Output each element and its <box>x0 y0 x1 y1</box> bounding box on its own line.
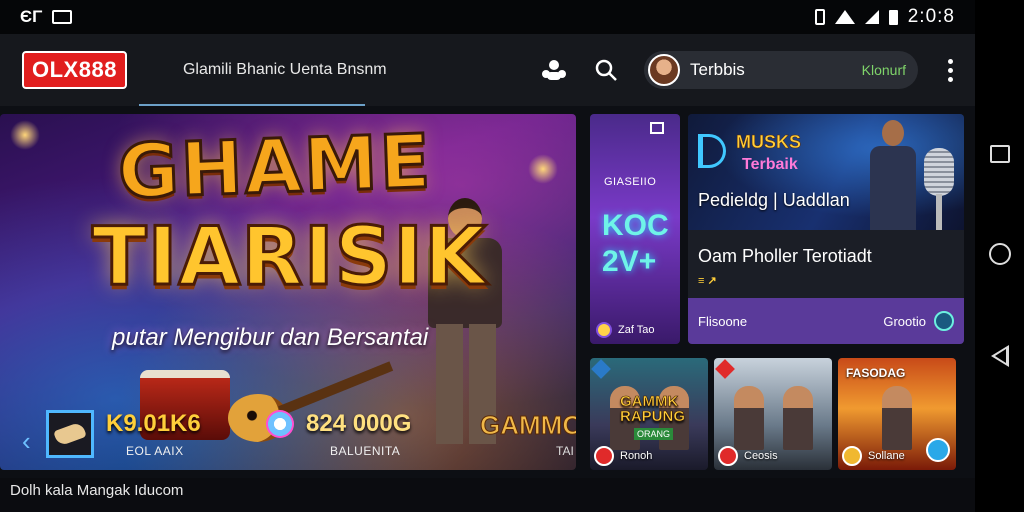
game-thumbnail[interactable]: FASODAG Sollane <box>838 358 956 470</box>
hand-icon <box>53 421 87 447</box>
microphone-icon <box>924 148 954 196</box>
thumb-footer: Ronoh <box>594 446 652 466</box>
battery-icon <box>888 9 898 25</box>
hero-stat-1-label: EOL AAIX <box>126 444 184 458</box>
coin-icon <box>596 322 612 338</box>
violet-card-footer: Zaf Tao <box>596 322 655 338</box>
app-root: ЄΓ 2:0:8 OLX888 Glamili Bhanic Uenta Bns… <box>0 0 1024 512</box>
thumb-footer-label: Ronoh <box>620 450 653 462</box>
mic-stand <box>936 194 942 230</box>
header-nav[interactable]: Glamili Bhanic Uenta Bnsnm <box>138 34 387 106</box>
system-nav-bar <box>975 0 1024 512</box>
feature-brand-line1: MUSKS <box>736 132 802 153</box>
hero-stat-2-label: BALUENITA <box>330 444 401 458</box>
feature-brand-line2: Terbaik <box>742 156 798 173</box>
avatar[interactable] <box>648 54 680 86</box>
hero-stat-2-value: 824 000G <box>306 410 412 437</box>
community-icon[interactable] <box>540 56 568 84</box>
feature-tag: ≡ ↗ <box>698 275 717 287</box>
hero-side-title: GAMMON <box>479 410 576 441</box>
status-bar: ЄΓ 2:0:8 <box>0 0 975 34</box>
thumb-subtitle: ORANG <box>634 428 674 440</box>
vibrate-icon <box>814 9 825 25</box>
feature-banner: MUSKS Terbaik Pedieldg | Uaddlan <box>688 114 964 230</box>
game-thumbnail[interactable]: GAMMK RAPUNG ORANG Ronoh <box>590 358 708 470</box>
performer-illustration <box>864 118 920 230</box>
coin-icon <box>842 446 862 466</box>
gallery-icon <box>650 122 664 134</box>
feature-heading: Oam Pholler Terotiadt <box>698 246 872 266</box>
feature-logo-icon <box>698 134 726 168</box>
hero-subtitle: putar Mengibur dan Bersantai <box>112 324 429 351</box>
thumb-footer-label: Ceosis <box>744 450 778 462</box>
thumb-footer-label: Sollane <box>868 450 905 462</box>
profile-status: Klonurf <box>861 62 906 78</box>
stage-light-icon <box>10 120 40 150</box>
thumb-top-label: FASODAG <box>846 366 906 380</box>
play-icon[interactable] <box>926 438 950 462</box>
app-header: OLX888 Glamili Bhanic Uenta Bnsnm Terbbi… <box>0 34 975 106</box>
status-clock: 2:0:8 <box>907 6 955 27</box>
brand-logo[interactable]: OLX888 <box>22 51 127 89</box>
wifi-icon <box>834 10 855 24</box>
signal-icon <box>864 10 879 24</box>
thumb-title: GAMMK RAPUNG <box>620 393 686 425</box>
search-icon[interactable] <box>592 56 620 84</box>
violet-card-foot-text: Zaf Tao <box>618 324 655 336</box>
bottom-caption: Dolh kala Mangak Iducom <box>10 482 184 499</box>
hero-title-line1: GHAME <box>115 117 435 217</box>
profile-pill[interactable]: Terbbis Klonurf <box>644 51 918 89</box>
badge-icon <box>591 359 611 379</box>
feature-bar-action[interactable]: Grootio <box>883 311 954 331</box>
star-badge-icon <box>266 410 294 438</box>
feature-caption: Pedieldg | Uaddlan <box>698 190 850 210</box>
carousel-prev-icon[interactable]: ‹ <box>22 426 31 457</box>
stage-light-icon <box>528 154 558 184</box>
hero-side-sub: TAI <box>556 444 574 458</box>
more-menu-icon[interactable] <box>948 58 953 82</box>
feature-bar-action-label: Grootio <box>883 313 926 329</box>
feature-bar-label: Flisoone <box>698 313 748 329</box>
hero-thumbnail[interactable] <box>46 410 94 458</box>
hero-title-line2: TIARISIK <box>91 209 488 305</box>
go-button-icon[interactable] <box>934 311 954 331</box>
game-thumbnail[interactable]: Ceosis <box>714 358 832 470</box>
thumb-footer: Sollane <box>842 446 905 466</box>
play-icon <box>594 446 614 466</box>
status-left: ЄΓ <box>20 7 73 27</box>
recents-button[interactable] <box>989 145 1010 163</box>
promo-card-violet[interactable]: GIASEIIO KOC 2V+ Zaf Tao <box>590 114 680 344</box>
gallery-icon <box>52 10 73 24</box>
thumb-footer: Ceosis <box>718 446 778 466</box>
main-content: GHAME TIARISIK putar Mengibur dan Bersan… <box>0 106 975 478</box>
home-button[interactable] <box>988 243 1011 265</box>
thumbnail-row: GAMMK RAPUNG ORANG Ronoh Ceosis FASODAG <box>590 358 964 470</box>
feature-action-bar[interactable]: Flisoone Grootio <box>688 298 964 344</box>
violet-card-big-1: KOC <box>602 209 669 242</box>
status-carrier-text: ЄΓ <box>20 7 43 26</box>
badge-icon <box>715 359 735 379</box>
profile-name: Terbbis <box>690 60 745 79</box>
violet-card-big-2: 2V+ <box>602 245 657 278</box>
violet-card-label: GIASEIIO <box>604 176 657 188</box>
status-right: 2:0:8 <box>814 6 955 28</box>
hero-stat-1-value: K9.01K6 <box>106 410 201 437</box>
back-button[interactable] <box>990 345 1009 367</box>
feature-card[interactable]: MUSKS Terbaik Pedieldg | Uaddlan Oam Pho… <box>688 114 964 344</box>
header-nav-text[interactable]: Glamili Bhanic Uenta Bnsnm <box>183 61 387 79</box>
characters-illustration <box>724 380 822 450</box>
play-icon <box>718 446 738 466</box>
hero-banner[interactable]: GHAME TIARISIK putar Mengibur dan Bersan… <box>0 114 576 470</box>
header-actions: Terbbis Klonurf <box>540 51 953 89</box>
